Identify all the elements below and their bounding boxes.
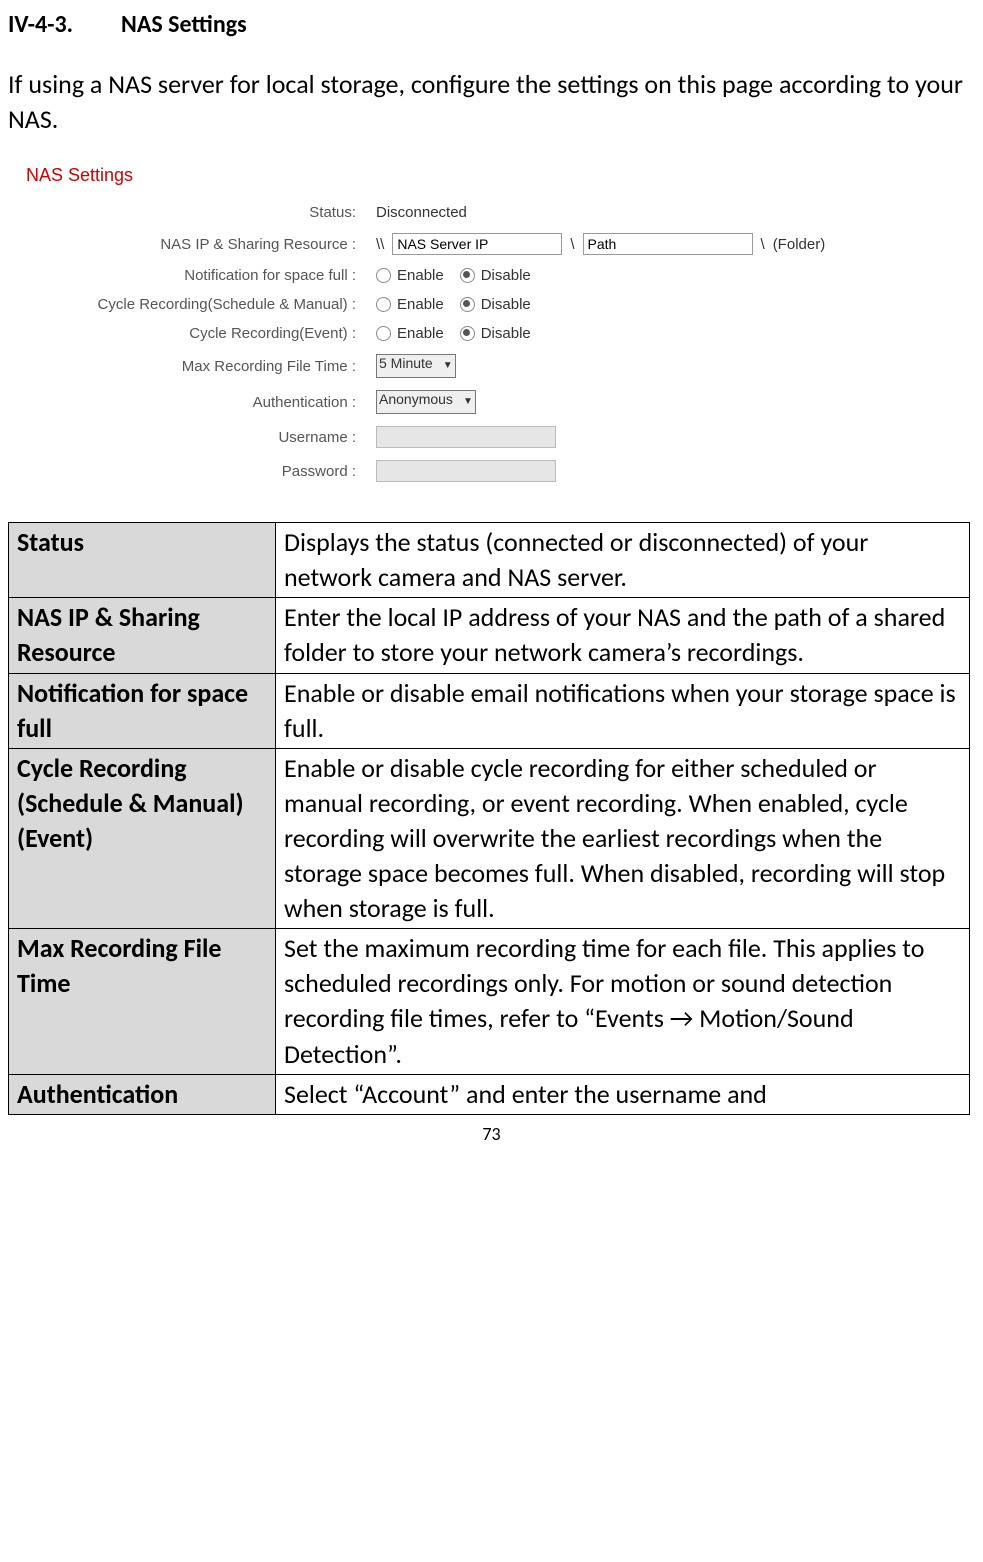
table-row: Authentication Select “Account” and ente… [9,1074,970,1114]
term-cell: NAS IP & Sharing Resource [9,598,276,673]
table-row: Max Recording File Time Set the maximum … [9,929,970,1074]
auth-label: Authentication : [26,394,364,411]
auth-select[interactable]: Anonymous▼ [376,390,476,414]
username-input[interactable] [376,426,556,448]
row-max-time: Max Recording File Time : 5 Minute▼ [26,354,975,378]
cycle-ev-disable-text: Disable [481,325,531,342]
desc-cell: Enable or disable email notifications wh… [276,673,970,748]
term-cell: Status [9,523,276,598]
intro-paragraph: If using a NAS server for local storage,… [8,67,975,137]
row-notification: Notification for space full : Enable Dis… [26,267,975,284]
notif-enable-radio[interactable] [376,268,391,283]
folder-text: (Folder) [773,236,826,253]
section-heading: IV-4-3. NAS Settings [8,10,975,39]
section-title: NAS Settings [121,10,247,39]
notif-enable-text: Enable [397,267,444,284]
notification-radio-group: Enable Disable [376,267,541,284]
nas-ip-label: NAS IP & Sharing Resource : [26,236,364,253]
notif-disable-radio[interactable] [460,268,475,283]
status-value: Disconnected [376,204,467,221]
cycle-ev-enable-text: Enable [397,325,444,342]
cycle-sm-radio-group: Enable Disable [376,296,541,313]
row-status: Status: Disconnected [26,204,975,221]
desc-cell: Enable or disable cycle recording for ei… [276,748,970,928]
max-time-select[interactable]: 5 Minute▼ [376,354,456,378]
folder-sep: \ [761,236,765,253]
username-label: Username : [26,429,364,446]
cycle-ev-radio-group: Enable Disable [376,325,541,342]
max-time-label: Max Recording File Time : [26,358,364,375]
cycle-ev-disable-radio[interactable] [460,326,475,341]
table-row: Status Displays the status (connected or… [9,523,970,598]
row-auth: Authentication : Anonymous▼ [26,390,975,414]
desc-cell: Enter the local IP address of your NAS a… [276,598,970,673]
term-cell: Cycle Recording (Schedule & Manual) (Eve… [9,748,276,928]
chevron-down-icon: ▼ [463,396,473,407]
row-nas-ip: NAS IP & Sharing Resource : \\ \ \ (Fold… [26,233,975,255]
nas-settings-panel: NAS Settings Status: Disconnected NAS IP… [26,165,975,482]
term-cell: Authentication [9,1074,276,1114]
notification-label: Notification for space full : [26,267,364,284]
term-cell: Notification for space full [9,673,276,748]
nas-path-input[interactable] [583,233,753,255]
chevron-down-icon: ▼ [443,360,453,371]
desc-cell: Set the maximum recording time for each … [276,929,970,1074]
cycle-sm-disable-radio[interactable] [460,297,475,312]
row-cycle-ev: Cycle Recording(Event) : Enable Disable [26,325,975,342]
desc-cell: Select “Account” and enter the username … [276,1074,970,1114]
row-username: Username : [26,426,975,448]
row-password: Password : [26,460,975,482]
cycle-sm-label: Cycle Recording(Schedule & Manual) : [26,296,364,313]
section-number: IV-4-3. [8,10,73,39]
nas-ip-input[interactable] [392,233,562,255]
page-number: 73 [8,1123,975,1145]
table-row: Cycle Recording (Schedule & Manual) (Eve… [9,748,970,928]
notif-disable-text: Disable [481,267,531,284]
cycle-ev-enable-radio[interactable] [376,326,391,341]
ip-prefix: \\ [376,236,384,253]
cycle-sm-enable-radio[interactable] [376,297,391,312]
ip-sep: \ [570,236,574,253]
desc-cell: Displays the status (connected or discon… [276,523,970,598]
cycle-sm-disable-text: Disable [481,296,531,313]
cycle-ev-label: Cycle Recording(Event) : [26,325,364,342]
cycle-sm-enable-text: Enable [397,296,444,313]
description-table: Status Displays the status (connected or… [8,522,970,1115]
term-cell: Max Recording File Time [9,929,276,1074]
password-input[interactable] [376,460,556,482]
table-row: Notification for space full Enable or di… [9,673,970,748]
password-label: Password : [26,463,364,480]
row-cycle-sm: Cycle Recording(Schedule & Manual) : Ena… [26,296,975,313]
panel-title: NAS Settings [26,165,975,186]
status-label: Status: [26,204,364,221]
table-row: NAS IP & Sharing Resource Enter the loca… [9,598,970,673]
